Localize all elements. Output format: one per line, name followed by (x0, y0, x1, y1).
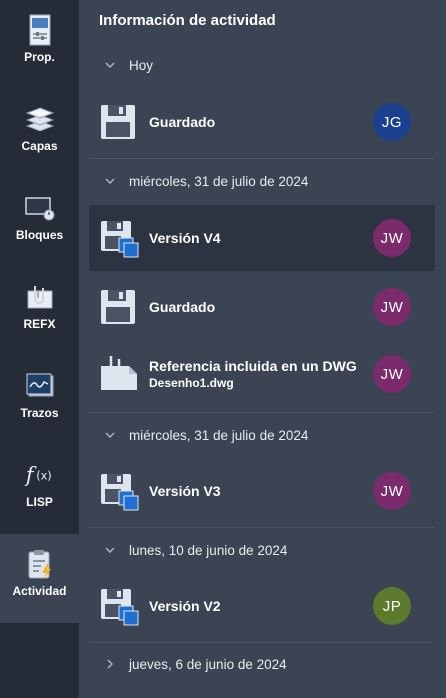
traces-icon (24, 370, 56, 402)
activity-row[interactable]: Versión V4 JW (89, 205, 435, 271)
blocks-icon (24, 192, 56, 224)
sidebar-item-blocks[interactable]: Bloques (0, 178, 79, 267)
user-avatar: JP (373, 587, 411, 625)
chevron-down-icon (103, 547, 117, 553)
activity-row[interactable]: Guardado JW (89, 274, 435, 340)
lisp-function-icon: f (x) (24, 459, 56, 491)
group-header-2024-06-06[interactable]: jueves, 6 de junio de 2024 (89, 646, 435, 682)
user-avatar: JG (373, 103, 411, 141)
user-avatar: JW (373, 472, 411, 510)
version-save-icon (99, 471, 139, 511)
activity-title: Versión V3 (149, 483, 221, 499)
properties-icon (24, 14, 56, 46)
user-avatar: JW (373, 219, 411, 257)
left-sidebar: Prop. Capas Bloques REFX Trazos f (x) LI… (0, 0, 79, 698)
activity-clipboard-icon (24, 548, 56, 580)
sidebar-label-layers: Capas (21, 139, 58, 153)
group-header-2024-06-10[interactable]: lunes, 10 de junio de 2024 (89, 532, 435, 568)
group-label: Hoy (129, 57, 154, 73)
chevron-down-icon (103, 432, 117, 438)
activity-title: Referencia incluida en un DWG (149, 358, 357, 374)
activity-title: Versión V4 (149, 230, 221, 246)
sidebar-item-properties[interactable]: Prop. (0, 0, 79, 89)
group-label: lunes, 10 de junio de 2024 (129, 542, 288, 558)
group-header-2024-07-31-b[interactable]: miércoles, 31 de julio de 2024 (89, 417, 435, 453)
svg-text:(x): (x) (36, 470, 51, 483)
activity-row[interactable]: Guardado JG (89, 89, 435, 155)
chevron-down-icon (103, 62, 117, 68)
activity-row[interactable]: Versión V3 JW (89, 458, 435, 524)
chevron-right-icon (103, 659, 117, 669)
activity-row[interactable]: Versión V2 JP (89, 573, 435, 639)
divider (89, 642, 435, 643)
divider (89, 412, 435, 413)
activity-title: Guardado (149, 299, 216, 315)
group-label: miércoles, 31 de julio de 2024 (129, 173, 309, 189)
sidebar-label-xref: REFX (23, 317, 56, 331)
sidebar-label-properties: Prop. (24, 50, 55, 64)
save-icon (99, 102, 139, 142)
sidebar-item-activity[interactable]: Actividad (0, 534, 79, 623)
group-header-today[interactable]: Hoy (89, 47, 435, 83)
version-save-icon (99, 218, 139, 258)
activity-row[interactable]: Referencia incluida en un DWG Desenho1.d… (89, 341, 435, 407)
sidebar-label-activity: Actividad (12, 584, 67, 598)
save-icon (99, 287, 139, 327)
activity-title: Versión V2 (149, 598, 221, 614)
divider (89, 527, 435, 528)
sidebar-item-layers[interactable]: Capas (0, 89, 79, 178)
chevron-down-icon (103, 178, 117, 184)
version-save-icon (99, 586, 139, 626)
sidebar-label-lisp: LISP (26, 495, 53, 509)
activity-title: Guardado (149, 114, 216, 130)
document-reference-icon (99, 354, 139, 394)
svg-text:f: f (24, 463, 37, 487)
group-header-2024-07-31[interactable]: miércoles, 31 de julio de 2024 (89, 163, 435, 199)
sidebar-label-blocks: Bloques (15, 228, 64, 242)
sidebar-item-xref[interactable]: REFX (0, 267, 79, 356)
group-label: jueves, 6 de junio de 2024 (129, 656, 287, 672)
user-avatar: JW (373, 288, 411, 326)
sidebar-label-traces: Trazos (20, 406, 59, 420)
panel-title: Información de actividad (99, 12, 276, 29)
divider (89, 158, 435, 159)
layers-icon (24, 103, 56, 135)
user-avatar: JW (373, 355, 411, 393)
group-label: miércoles, 31 de julio de 2024 (129, 427, 309, 443)
sidebar-item-traces[interactable]: Trazos (0, 356, 79, 445)
activity-filename: Desenho1.dwg (149, 376, 234, 390)
sidebar-item-lisp[interactable]: f (x) LISP (0, 445, 79, 534)
xref-icon (24, 281, 56, 313)
